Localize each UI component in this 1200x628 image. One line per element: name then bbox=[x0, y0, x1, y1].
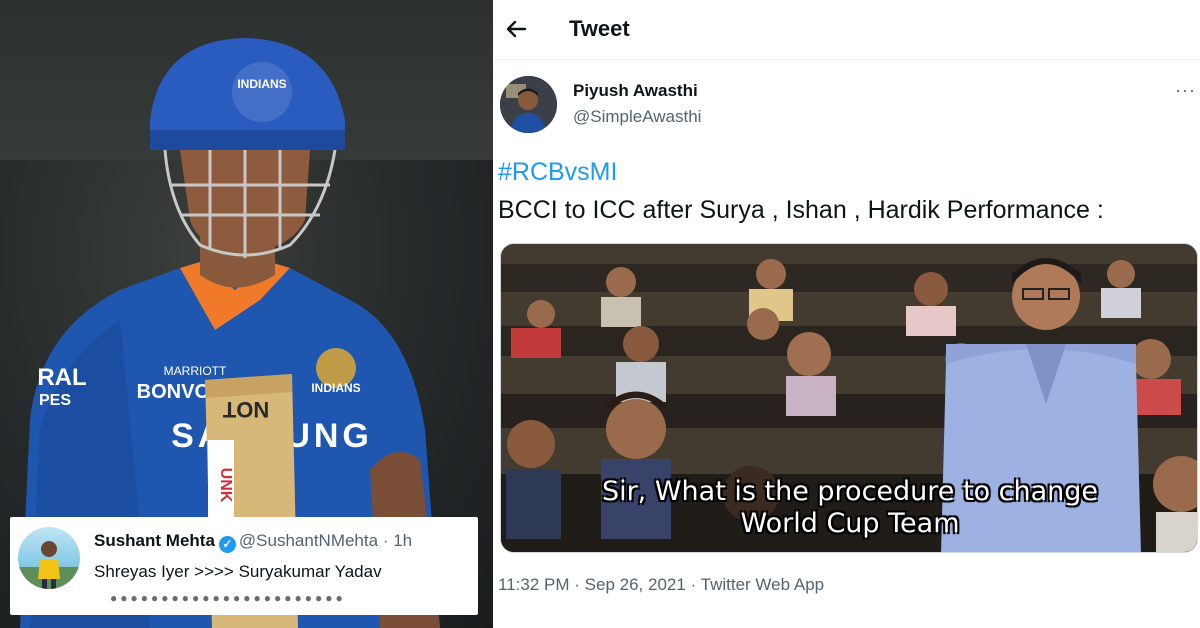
tweet-hashtag[interactable]: #RCBvsMI bbox=[498, 158, 617, 187]
mini-tweet-text: Shreyas Iyer >>>> Suryakumar Yadav bbox=[94, 562, 382, 581]
chest-crest-label: INDIANS bbox=[311, 381, 360, 395]
mini-tweet-handle[interactable]: @SushantNMehta bbox=[239, 531, 378, 550]
mini-tweet-header: Sushant Mehta ✓ @SushantNMehta · 1h bbox=[94, 531, 412, 553]
author-name[interactable]: Piyush Awasthi bbox=[573, 81, 698, 101]
mini-tweet-time[interactable]: 1h bbox=[393, 531, 412, 550]
sponsor-marriott: MARRIOTT bbox=[164, 364, 227, 378]
tweet-topbar: Tweet bbox=[493, 0, 1200, 60]
tweet-time[interactable]: 11:32 PM bbox=[498, 575, 570, 594]
meme-caption-line-1: Sir, What is the procedure to change bbox=[601, 476, 1099, 507]
page-title: Tweet bbox=[569, 16, 630, 41]
shirt-text-left-2: PES bbox=[39, 392, 71, 409]
meme-caption-line-2: World Cup Team bbox=[740, 508, 960, 539]
meta-separator: · bbox=[574, 575, 580, 594]
mini-tweet-emojis: ●●●●●●●●●●●●●●●●●●●●●●● bbox=[110, 591, 346, 605]
tweet-text: BCCI to ICC after Surya , Ishan , Hardik… bbox=[498, 196, 1104, 224]
meta-separator: · bbox=[690, 575, 697, 594]
tweet-date[interactable]: Sep 26, 2021 bbox=[585, 575, 686, 594]
tweet-source[interactable]: Twitter Web App bbox=[701, 575, 824, 594]
arrow-left-icon bbox=[506, 20, 527, 38]
mini-tweet-author-name[interactable]: Sushant Mehta bbox=[94, 531, 215, 550]
mini-tweet-separator: · bbox=[382, 531, 389, 550]
embedded-tweet: Sushant Mehta ✓ @SushantNMehta · 1h Shreya… bbox=[10, 517, 478, 615]
avatar-person-icon bbox=[18, 541, 80, 589]
bat-label: NOT bbox=[222, 397, 269, 422]
tweet-media-image[interactable]: Sir, What is the procedure to change Wor… bbox=[500, 243, 1198, 553]
verified-badge-icon: ✓ bbox=[218, 536, 236, 553]
helmet-logo: INDIANS bbox=[237, 77, 286, 91]
cricketer-photo: INDIANS INDIANS MARRIOTT BONVOY RAL PES … bbox=[0, 0, 493, 628]
mini-tweet-avatar[interactable] bbox=[18, 527, 80, 589]
tweet-view: Tweet Piyush Awasthi @SimpleAwasthi ··· … bbox=[493, 0, 1200, 628]
tweet-metadata: 11:32 PM · Sep 26, 2021 · Twitter Web Ap… bbox=[498, 575, 824, 595]
back-button[interactable] bbox=[499, 12, 533, 46]
bat-side-label: UNK bbox=[217, 468, 234, 503]
shirt-text-left: RAL bbox=[37, 364, 86, 391]
author-handle[interactable]: @SimpleAwasthi bbox=[573, 107, 701, 127]
author-avatar[interactable] bbox=[500, 76, 557, 133]
more-options-icon[interactable]: ··· bbox=[1175, 80, 1196, 101]
avatar-person-icon bbox=[500, 76, 557, 133]
